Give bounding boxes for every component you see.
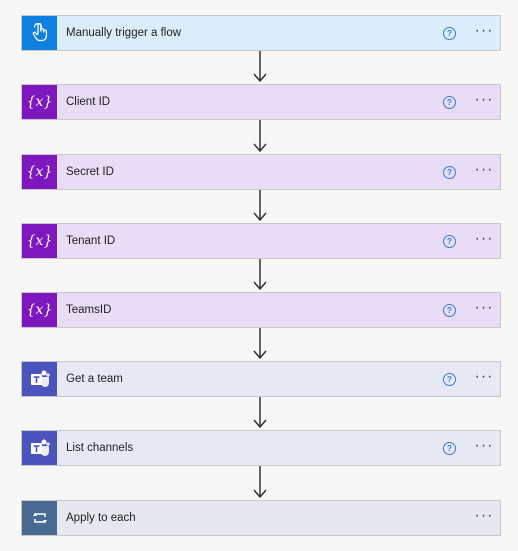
more-options-button[interactable]: ··· <box>472 162 496 182</box>
help-icon[interactable]: ? <box>443 166 456 179</box>
variable-icon: {x} <box>26 94 53 110</box>
variable-icon: {x} <box>26 302 53 318</box>
more-options-button[interactable]: ··· <box>472 369 496 389</box>
step-card-secret-id[interactable]: {x} Secret ID ? ··· <box>21 154 501 190</box>
step-card-get-a-team[interactable]: Get a team ? ··· <box>21 361 501 397</box>
step-title: Secret ID <box>66 166 114 178</box>
connector-arrow <box>253 51 267 83</box>
connector-arrow <box>253 259 267 291</box>
more-options-button[interactable]: ··· <box>472 508 496 528</box>
step-card-teamsid[interactable]: {x} TeamsID ? ··· <box>21 292 501 328</box>
more-options-button[interactable]: ··· <box>472 92 496 112</box>
flow-canvas: Manually trigger a flow ? ··· {x} Client… <box>0 0 518 551</box>
step-title: TeamsID <box>66 304 112 316</box>
help-icon[interactable]: ? <box>443 304 456 317</box>
connector-arrow <box>253 120 267 153</box>
step-title: Tenant ID <box>66 235 116 247</box>
connector-arrow <box>253 466 267 499</box>
variable-icon-box: {x} <box>22 293 57 327</box>
loop-icon-box <box>22 501 57 535</box>
variable-icon-box: {x} <box>22 155 57 189</box>
loop-icon <box>32 513 47 523</box>
step-title: Get a team <box>66 373 123 385</box>
more-options-button[interactable]: ··· <box>472 231 496 251</box>
help-icon[interactable]: ? <box>443 373 456 386</box>
teams-icon <box>30 370 50 387</box>
more-options-button[interactable]: ··· <box>472 23 496 43</box>
teams-icon-box <box>22 431 57 465</box>
help-icon[interactable]: ? <box>443 235 456 248</box>
step-title: Manually trigger a flow <box>66 27 182 39</box>
trigger-icon-box <box>22 16 57 50</box>
step-title: Client ID <box>66 96 111 108</box>
step-title: Apply to each <box>66 512 136 524</box>
connector-arrow <box>253 397 267 429</box>
help-icon[interactable]: ? <box>443 27 456 40</box>
teams-icon <box>30 439 50 456</box>
connector-arrow <box>253 328 267 360</box>
variable-icon: {x} <box>26 233 53 249</box>
hand-touch-icon <box>32 23 47 42</box>
step-title: List channels <box>66 442 134 454</box>
step-card-client-id[interactable]: {x} Client ID ? ··· <box>21 84 501 120</box>
variable-icon-box: {x} <box>22 224 57 258</box>
teams-icon-box <box>22 362 57 396</box>
variable-icon-box: {x} <box>22 85 57 119</box>
step-card-manual-trigger[interactable]: Manually trigger a flow ? ··· <box>21 15 501 51</box>
step-card-tenant-id[interactable]: {x} Tenant ID ? ··· <box>21 223 501 259</box>
help-icon[interactable]: ? <box>443 96 456 109</box>
step-card-apply-to-each[interactable]: Apply to each ··· <box>21 500 501 536</box>
connector-arrow <box>253 190 267 222</box>
help-icon[interactable]: ? <box>443 442 456 455</box>
variable-icon: {x} <box>26 164 53 180</box>
more-options-button[interactable]: ··· <box>472 438 496 458</box>
more-options-button[interactable]: ··· <box>472 300 496 320</box>
step-card-list-channels[interactable]: List channels ? ··· <box>21 430 501 466</box>
